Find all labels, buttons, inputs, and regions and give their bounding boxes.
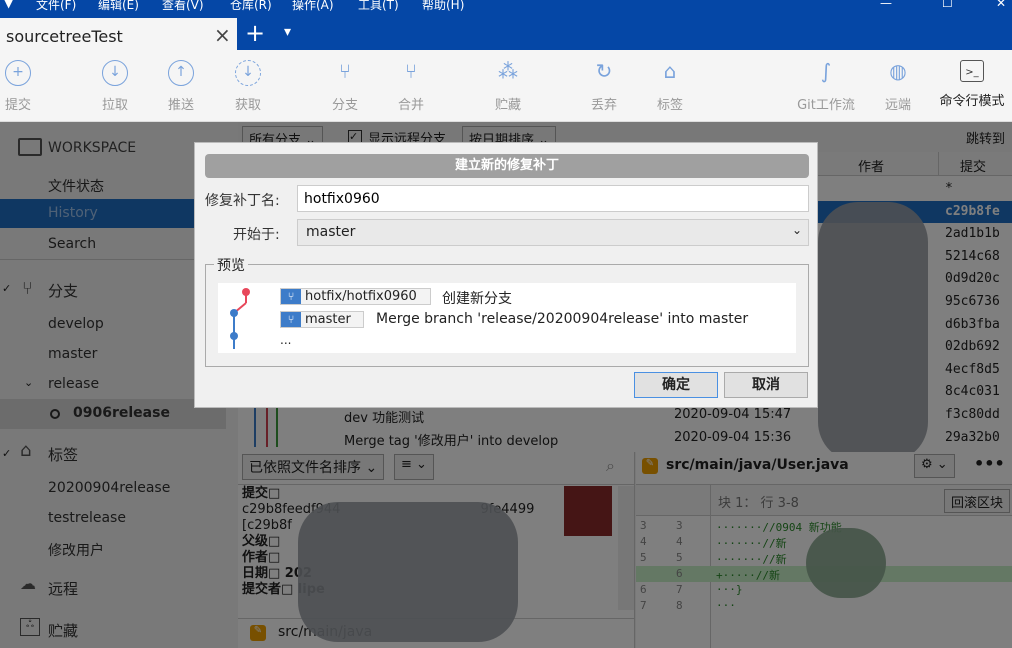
chevron-down-icon: ⌄ — [791, 223, 802, 237]
ok-button[interactable]: 确定 — [634, 372, 718, 398]
menu-tools[interactable]: 工具(T) — [358, 0, 399, 13]
terminal-icon: >_ — [960, 60, 984, 82]
branch-badge-master: ⑂ master — [280, 311, 364, 328]
toolbar-plus-circle-button[interactable]: + 提交 — [0, 60, 53, 113]
toolbar-label: 丢弃 — [590, 98, 617, 113]
toolbar-label: 远端 — [884, 98, 911, 113]
tag-icon: ⌂ — [663, 59, 677, 83]
menu-bar: ▼ 文件(F) 编辑(E) 查看(V) 仓库(R) 操作(A) 工具(T) 帮助… — [0, 0, 1012, 18]
toolbar-git-flow-button[interactable]: ∫ Git工作流 — [791, 59, 861, 114]
menu-help[interactable]: 帮助(H) — [422, 0, 464, 13]
preview-label: 预览 — [214, 255, 248, 275]
toolbar-arrow-down-circle-button[interactable]: ↓ 拉取 — [80, 60, 150, 113]
toolbar-label: 合并 — [397, 98, 424, 113]
menu-action[interactable]: 操作(A) — [292, 0, 334, 13]
arrow-down-circle-icon: ↓ — [102, 60, 128, 86]
toolbar-branch-button[interactable]: ⑂ 分支 — [310, 59, 380, 114]
toolbar-fetch-button[interactable]: ↓ 获取 — [213, 60, 283, 113]
commit-dot — [230, 332, 238, 340]
start-at-label: 开始于: — [233, 227, 280, 243]
preview-message: Merge branch 'release/20200904release' i… — [376, 311, 749, 327]
toolbar-label: 命令行模式 — [939, 94, 1005, 109]
hotfix-name-label: 修复补丁名: — [205, 193, 280, 209]
preview-group: 预览 ⑂ hotfix/hotfix0960 创建新分支 ⑂ master Merg… — [205, 255, 809, 367]
app-icon: ▼ — [4, 0, 14, 10]
start-at-select[interactable]: master ⌄ — [297, 219, 809, 246]
toolbar: + 提交 ↓ 拉取 ↑ 推送 ↓ 获取 ⑂ 分支 ⑂ 合并 ⁂ 贮藏 ↻ 丢弃 ⌂ 标签 ∫ Git工作流 ◍ 远端 >_ 命… — [0, 50, 1012, 122]
new-branch-dot — [242, 288, 250, 296]
branch-name: hotfix/hotfix0960 — [305, 289, 417, 304]
branch-icon: ⑂ — [281, 289, 301, 304]
toolbar-stash-button[interactable]: ⁂ 贮藏 — [473, 59, 543, 114]
minimize-button[interactable]: — — [880, 0, 892, 10]
menu-edit[interactable]: 编辑(E) — [98, 0, 139, 13]
preview-graph: ⑂ hotfix/hotfix0960 创建新分支 ⑂ master Merge b… — [218, 283, 796, 353]
merge-icon: ⑂ — [405, 59, 417, 83]
toolbar-label: 拉取 — [101, 98, 128, 113]
tab-repo[interactable]: sourcetreeTest × — [0, 18, 237, 50]
toolbar-discard-button[interactable]: ↻ 丢弃 — [569, 59, 639, 114]
selected-value: master — [306, 224, 356, 240]
toolbar-terminal-button[interactable]: >_ 命令行模式 — [937, 60, 1007, 109]
tab-title: sourcetreeTest — [6, 27, 123, 46]
toolbar-label: 标签 — [656, 98, 683, 113]
close-tab-icon[interactable]: × — [214, 23, 231, 47]
tab-dropdown-button[interactable]: ▾ — [284, 24, 291, 40]
toolbar-label: 贮藏 — [494, 98, 521, 113]
fetch-icon: ↓ — [235, 60, 261, 86]
add-tab-button[interactable]: + — [245, 19, 265, 47]
toolbar-globe-warning-button[interactable]: ◍ 远端 — [863, 59, 933, 114]
preview-message: 创建新分支 — [442, 291, 512, 307]
branch-badge-hotfix: ⑂ hotfix/hotfix0960 — [280, 288, 431, 305]
toolbar-arrow-up-circle-button[interactable]: ↑ 推送 — [146, 60, 216, 113]
branch-icon: ⑂ — [281, 312, 301, 327]
menu-repo[interactable]: 仓库(R) — [230, 0, 272, 13]
toolbar-label: 分支 — [331, 98, 358, 113]
toolbar-label: 获取 — [234, 98, 261, 113]
preview-ellipsis: ... — [280, 333, 292, 347]
dialog-title: 建立新的修复补丁 — [205, 154, 809, 178]
tab-bar: sourcetreeTest × + ▾ — [0, 18, 1012, 50]
toolbar-merge-button[interactable]: ⑂ 合并 — [376, 59, 446, 114]
toolbar-label: Git工作流 — [797, 98, 855, 113]
toolbar-label: 推送 — [167, 98, 194, 113]
menu-view[interactable]: 查看(V) — [162, 0, 204, 13]
git-flow-icon: ∫ — [820, 59, 832, 83]
discard-icon: ↻ — [595, 59, 613, 83]
arrow-up-circle-icon: ↑ — [168, 60, 194, 86]
hotfix-name-input[interactable] — [297, 185, 809, 212]
branch-icon: ⑂ — [339, 59, 351, 83]
toolbar-tag-button[interactable]: ⌂ 标签 — [635, 59, 705, 114]
close-window-button[interactable]: ✕ — [996, 0, 1006, 10]
plus-circle-icon: + — [5, 60, 31, 86]
menu-file[interactable]: 文件(F) — [36, 0, 76, 13]
globe-warning-icon: ◍ — [889, 59, 907, 83]
commit-dot — [230, 309, 238, 317]
cancel-button[interactable]: 取消 — [724, 372, 808, 398]
preview-graph-lines — [230, 288, 250, 349]
branch-name: master — [305, 312, 351, 327]
toolbar-label: 提交 — [4, 98, 31, 113]
maximize-button[interactable]: ☐ — [942, 0, 953, 10]
create-hotfix-dialog: 建立新的修复补丁 修复补丁名: 开始于: master ⌄ 预览 ⑂ hotfix… — [194, 142, 818, 408]
stash-icon: ⁂ — [498, 59, 518, 83]
